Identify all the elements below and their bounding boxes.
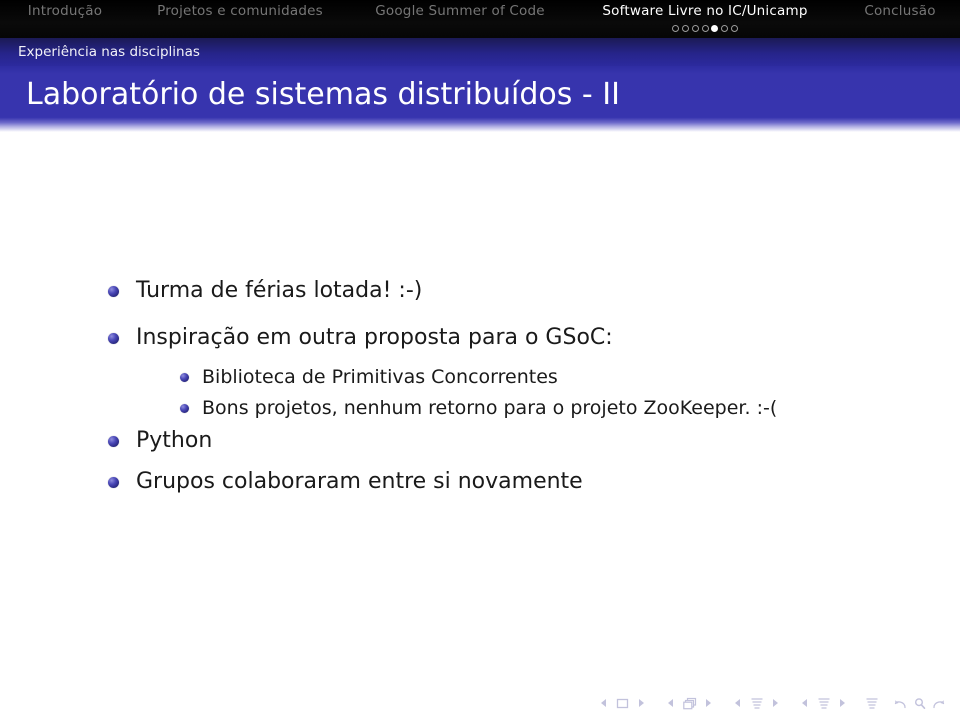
section-icon[interactable] [816,696,831,711]
back-arrow-icon[interactable] [893,696,908,711]
sub-bullet-item: Biblioteca de Primitivas Concorrentes [172,362,920,392]
slide-dot[interactable] [691,25,699,32]
section-navigation-group [797,696,850,711]
bullet-item: Inspiração em outra proposta para o GSoC… [100,321,920,355]
subsection-navigation-group [730,696,783,711]
bullet-ball-icon [180,373,189,382]
frame-navigation-group [663,696,716,711]
slide-navigation-group [596,696,649,711]
slide-body: Turma de férias lotada! :-) Inspiração em… [0,132,960,672]
frames-icon[interactable] [682,696,697,711]
section-navigation-bar: Introdução Projetos e comunidades Google S… [0,0,960,38]
section-tab-4[interactable]: Conclusão [840,0,960,38]
bullet-ball-icon [108,286,119,297]
section-tab-label: Google Summer of Code [375,3,545,19]
section-tab-label: Introdução [27,3,103,19]
slide-dot[interactable] [721,25,729,32]
subsection-icon[interactable] [749,696,764,711]
slide-icon[interactable] [615,696,630,711]
search-icon[interactable] [912,696,927,711]
bullet-text: Turma de férias lotada! :-) [136,278,423,303]
next-section-button[interactable] [835,696,850,711]
beamer-navigation-symbols [596,692,946,714]
forward-arrow-icon[interactable] [931,696,946,711]
next-subsection-button[interactable] [768,696,783,711]
bullet-list: Turma de férias lotada! :-) Inspiração em… [100,274,920,506]
document-navigation-group [864,696,879,711]
next-slide-button[interactable] [634,696,649,711]
bullet-ball-icon [108,436,119,447]
bullet-ball-icon [180,404,189,413]
page-title: Laboratório de sistemas distribuídos - I… [26,77,620,112]
section-tab-1[interactable]: Projetos e comunidades [130,0,350,38]
section-tab-0[interactable]: Introdução [0,0,130,38]
bullet-item: Python [100,424,920,458]
section-tab-3[interactable]: Software Livre no IC/Unicamp [570,0,840,38]
bullet-ball-icon [108,333,119,344]
frame-title-bar: Laboratório de sistemas distribuídos - I… [0,66,960,132]
sub-bullet-item: Bons projetos, nenhum retorno para o pro… [172,393,920,423]
slide-dot-current[interactable] [711,25,719,32]
prev-section-button[interactable] [797,696,812,711]
prev-slide-button[interactable] [596,696,611,711]
slide-dot[interactable] [672,25,680,32]
slide-dot[interactable] [681,25,689,32]
section-tabs: Introdução Projetos e comunidades Google S… [0,0,960,38]
slide-dot[interactable] [730,25,738,32]
subsection-bar: Experiência nas disciplinas [0,38,960,66]
bullet-text: Python [136,428,213,453]
bullet-text: Biblioteca de Primitivas Concorrentes [202,366,558,388]
section-tab-label: Conclusão [864,3,936,19]
subsection-title: Experiência nas disciplinas [18,44,200,60]
section-tab-2[interactable]: Google Summer of Code [350,0,570,38]
history-navigation-group [893,696,946,711]
bullet-item: Turma de férias lotada! :-) [100,274,920,308]
section-slide-dots [570,21,840,35]
section-tab-label: Software Livre no IC/Unicamp [602,3,808,19]
bullet-text: Grupos colaboraram entre si novamente [136,469,583,494]
bullet-text: Inspiração em outra proposta para o GSoC… [136,325,613,350]
section-tab-label: Projetos e comunidades [157,3,323,19]
slide-dot[interactable] [701,25,709,32]
bullet-text: Bons projetos, nenhum retorno para o pro… [202,397,778,419]
next-frame-button[interactable] [701,696,716,711]
prev-frame-button[interactable] [663,696,678,711]
prev-subsection-button[interactable] [730,696,745,711]
document-icon[interactable] [864,696,879,711]
bullet-ball-icon [108,477,119,488]
bullet-item: Grupos colaboraram entre si novamente [100,465,920,499]
